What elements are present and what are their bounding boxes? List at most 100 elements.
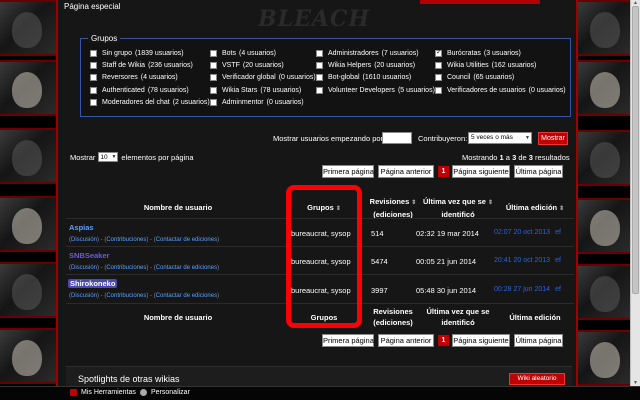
first-page-button[interactable]: Primera página (322, 165, 374, 178)
results-summary: Mostrando 1 a 3 de 3 resultados (462, 153, 570, 162)
group-checkbox-wikia-stars[interactable]: Wikia Stars (78 usuarios) (210, 87, 301, 94)
checkbox-icon[interactable] (210, 62, 217, 69)
group-checkbox-wikia-utilities[interactable]: Wikia Utilities (162 usuarios) (435, 62, 536, 69)
user-last-edit-link[interactable]: 02:07 20 oct 2013 ef (494, 229, 561, 236)
gear-icon (140, 389, 147, 396)
art-panel (0, 262, 56, 318)
checkbox-icon[interactable] (90, 62, 97, 69)
my-tools-menu[interactable]: Mis Herramientas (70, 389, 136, 396)
checkbox-icon[interactable] (210, 87, 217, 94)
spotlights-title: Spotlights de otras wikias (78, 374, 180, 384)
col-footer-revisions[interactable]: Revisiones (ediciones) (363, 306, 423, 328)
col-header-username[interactable]: Nombre de usuario (113, 202, 243, 213)
start-with-input[interactable] (382, 132, 412, 144)
checkbox-icon[interactable] (90, 74, 97, 81)
checkbox-icon[interactable] (316, 50, 323, 57)
previous-page-button[interactable]: Página anterior (378, 334, 434, 347)
per-page-row: Mostrar 10 ▼ elementos por página (70, 152, 194, 162)
filter-row: Mostrar usuarios empezando por: Contribu… (58, 132, 580, 146)
contrib-label: Contribuyeron: (418, 134, 468, 143)
checkbox-icon[interactable] (316, 74, 323, 81)
group-checkbox-council[interactable]: Council (65 usuarios) (435, 74, 514, 81)
group-checkbox-burocratas[interactable]: Burócratas(3 usuarios) (435, 48, 521, 57)
checkbox-icon[interactable] (90, 99, 97, 106)
art-panel (0, 328, 56, 384)
bottom-toolbar: Mis Herramientas Personalizar (0, 386, 640, 400)
user-link[interactable]: SNBSeaker (69, 251, 109, 260)
scroll-thumb[interactable] (632, 6, 639, 294)
group-checkbox-reversores[interactable]: Reversores (4 usuarios) (90, 74, 178, 81)
last-page-button[interactable]: Última página (514, 334, 563, 347)
group-checkbox-wikia-helpers[interactable]: Wikia Helpers (20 usuarios) (316, 62, 415, 69)
group-checkbox-authenticated[interactable]: Authenticated (78 usuarios) (90, 87, 189, 94)
user-link[interactable]: Shirokoneko (68, 279, 118, 288)
user-sublinks: (Discusión) - (Contribuciones) - (Contac… (69, 293, 220, 299)
checkbox-icon[interactable] (210, 99, 217, 106)
col-header-last-edit[interactable]: Última edición ⇕ (498, 202, 572, 215)
previous-page-button[interactable]: Página anterior (378, 165, 434, 178)
checkbox-checked-icon[interactable] (435, 48, 442, 57)
checkbox-icon[interactable] (210, 74, 217, 81)
art-panel (578, 0, 630, 56)
group-checkbox-verificador-global[interactable]: Verificador global (0 usuarios) (210, 74, 316, 81)
spotlights-section: Spotlights de otras wikias Wiki aleatori… (66, 366, 572, 386)
group-checkbox-adminmentor[interactable]: Adminmentor (0 usuarios) (210, 99, 304, 106)
user-revisions: 514 (371, 229, 384, 238)
user-sublinks: (Discusión) - (Contribuciones) - (Contac… (69, 237, 220, 243)
pager-top: Primera página Página anterior 1 Página … (322, 165, 572, 178)
checkbox-icon[interactable] (90, 87, 97, 94)
page-scrollbar[interactable]: ▲ ▼ (630, 0, 640, 386)
checkbox-icon[interactable] (316, 62, 323, 69)
art-panel (578, 60, 630, 116)
top-red-button[interactable] (420, 0, 540, 4)
sort-icon[interactable]: ⇕ (488, 200, 493, 206)
contrib-select[interactable]: 5 veces o más ▼ (468, 132, 532, 144)
checkbox-icon[interactable] (210, 50, 217, 57)
group-checkbox-verificadores-usuarios[interactable]: Verificadores de usuarios (0 usuarios) (435, 87, 566, 94)
checkbox-icon[interactable] (435, 87, 442, 94)
art-panel (0, 196, 56, 252)
checkbox-icon[interactable] (435, 74, 442, 81)
user-link[interactable]: Aspias (69, 223, 94, 232)
group-checkbox-bot-global[interactable]: Bot-global (1610 usuarios) (316, 74, 411, 81)
checkbox-icon[interactable] (316, 87, 323, 94)
art-panel (0, 128, 56, 184)
user-revisions: 5474 (371, 257, 388, 266)
customize-button[interactable]: Personalizar (140, 389, 190, 396)
group-checkbox-vstf[interactable]: VSTF (20 usuarios) (210, 62, 284, 69)
group-checkbox-volunteer-developers[interactable]: Volunteer Developers (5 usuarios) (316, 87, 435, 94)
group-checkbox-bots[interactable]: Bots (4 usuarios) (210, 50, 276, 57)
col-header-revisions[interactable]: Revisiones ⇕ (ediciones) (363, 196, 423, 220)
current-page-indicator: 1 (438, 335, 449, 346)
user-last-seen: 02:32 19 mar 2014 (416, 229, 479, 238)
next-page-button[interactable]: Página siguiente (452, 165, 510, 178)
checkbox-icon[interactable] (435, 62, 442, 69)
col-footer-last-edit[interactable]: Última edición (498, 312, 572, 323)
col-header-last-seen[interactable]: Última vez que se ⇕ identificó (418, 196, 498, 220)
wiki-logo-watermark-icon: BLEACH (258, 6, 371, 32)
show-button[interactable]: Mostrar (538, 132, 568, 145)
first-page-button[interactable]: Primera página (322, 334, 374, 347)
art-panel (578, 198, 630, 254)
col-footer-last-seen[interactable]: Última vez que se identificó (418, 306, 498, 328)
pager-bottom: Primera página Página anterior 1 Página … (322, 334, 572, 347)
per-page-select[interactable]: 10 ▼ (98, 152, 119, 162)
random-wiki-button[interactable]: Wiki aleatorio (509, 373, 565, 385)
user-last-edit-link[interactable]: 20:41 20 oct 2013 ef (494, 257, 561, 264)
chevron-down-icon: ▼ (111, 154, 117, 160)
art-panel (0, 60, 56, 116)
sort-icon[interactable]: ⇕ (411, 200, 416, 206)
user-last-seen: 05:48 30 jun 2014 (416, 286, 477, 295)
last-page-button[interactable]: Última página (514, 165, 563, 178)
next-page-button[interactable]: Página siguiente (452, 334, 510, 347)
col-footer-username[interactable]: Nombre de usuario (113, 312, 243, 323)
checkbox-icon[interactable] (90, 50, 97, 57)
user-last-edit-link[interactable]: 00:28 27 jun 2014 ef (494, 286, 561, 293)
group-checkbox-moderadores-chat[interactable]: Moderadores del chat (2 usuarios) (90, 99, 210, 106)
group-checkbox-administradores[interactable]: Administradores (7 usuarios) (316, 50, 419, 57)
right-background-art (578, 0, 630, 386)
sort-icon[interactable]: ⇕ (559, 206, 564, 212)
user-revisions: 3997 (371, 286, 388, 295)
group-checkbox-sin-grupo[interactable]: Sin grupo (1839 usuarios) (90, 50, 184, 57)
group-checkbox-staff-wikia[interactable]: Staff de Wikia (236 usuarios) (90, 62, 193, 69)
